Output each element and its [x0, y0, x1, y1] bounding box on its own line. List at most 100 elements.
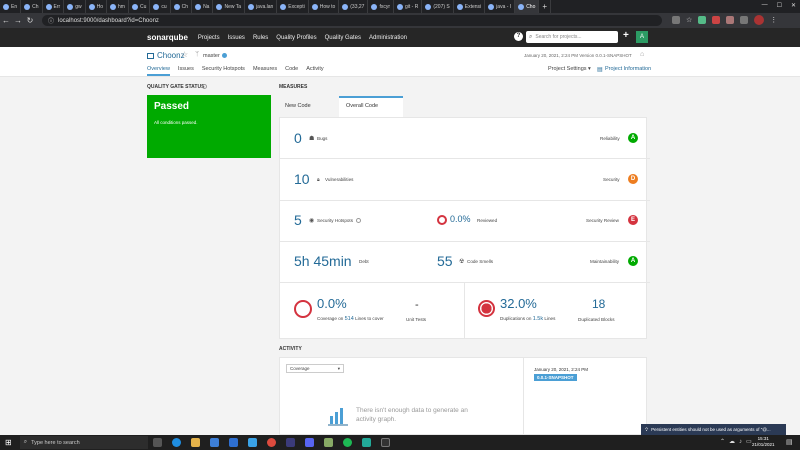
close-icon[interactable]: ✕: [791, 2, 796, 9]
security-rating[interactable]: D: [628, 174, 638, 184]
tab-new-code[interactable]: New Code: [279, 97, 339, 117]
reviewed-value[interactable]: 0.0%: [450, 214, 471, 224]
tab-issues[interactable]: Issues: [178, 66, 194, 76]
maintainability-rating[interactable]: A: [628, 256, 638, 266]
extension-icon[interactable]: [726, 16, 735, 24]
create-project-button[interactable]: +: [623, 30, 629, 41]
branch-name[interactable]: master: [203, 53, 220, 59]
minimize-icon[interactable]: —: [762, 2, 768, 9]
browser-tab[interactable]: (207) S: [422, 0, 454, 13]
nav-administration[interactable]: Administration: [369, 35, 407, 41]
browser-tab[interactable]: java - I: [485, 0, 516, 13]
url-field[interactable]: ⓘ localhost:9000/dashboard?id=Choonz: [42, 15, 662, 26]
search-input[interactable]: ⌕ Search for projects...: [526, 31, 618, 43]
browser-tab[interactable]: Na: [192, 0, 214, 13]
coverage-value[interactable]: 0.0%: [317, 296, 347, 311]
windows-start-icon[interactable]: ⊞: [5, 438, 12, 447]
nav-issues[interactable]: Issues: [228, 35, 245, 41]
store-icon[interactable]: [209, 438, 219, 447]
reliability-rating[interactable]: A: [628, 133, 638, 143]
duplicated-blocks-value[interactable]: 18: [592, 297, 605, 311]
nav-quality-gates[interactable]: Quality Gates: [325, 35, 361, 41]
project-information-link[interactable]: Project Information: [605, 66, 651, 72]
tab-security-hotspots[interactable]: Security Hotspots: [202, 66, 245, 76]
browser-tab[interactable]: hm: [107, 0, 129, 13]
puzzle-icon[interactable]: [740, 16, 749, 24]
app-icon[interactable]: [323, 438, 333, 447]
tab-overall-code[interactable]: Overall Code: [339, 96, 403, 117]
hotspots-value[interactable]: 5: [294, 212, 302, 228]
browser-tab[interactable]: Cu: [129, 0, 151, 13]
nav-projects[interactable]: Projects: [198, 35, 220, 41]
tab-overview[interactable]: Overview: [147, 66, 170, 76]
bugs-value[interactable]: 0: [294, 130, 302, 146]
browser-tab[interactable]: Extensi: [454, 0, 486, 13]
vulnerabilities-value[interactable]: 10: [294, 171, 310, 187]
browser-tab[interactable]: cu: [150, 0, 171, 13]
browser-tab[interactable]: En: [0, 0, 22, 13]
browser-tab[interactable]: Ch: [21, 0, 43, 13]
tab-activity[interactable]: Activity: [306, 66, 323, 76]
taskbar-clock[interactable]: 15:31 21/01/2021: [752, 436, 775, 448]
nav-quality-profiles[interactable]: Quality Profiles: [276, 35, 316, 41]
spotify-icon[interactable]: [342, 438, 352, 447]
notification-center-icon[interactable]: ▤: [786, 438, 793, 446]
new-tab-button[interactable]: +: [539, 0, 552, 13]
star-icon[interactable]: ☆: [686, 16, 692, 24]
sonarqube-logo[interactable]: sonarqube: [147, 33, 188, 42]
browser-tab[interactable]: git - R: [394, 0, 423, 13]
chrome-icon[interactable]: [266, 438, 276, 447]
browser-tab[interactable]: Ho: [86, 0, 108, 13]
hotspots-help-icon[interactable]: [356, 218, 361, 223]
security-review-rating[interactable]: E: [628, 215, 638, 225]
quality-gate-help-icon[interactable]: [202, 84, 207, 89]
browser-tab[interactable]: java.lan: [245, 0, 278, 13]
user-avatar[interactable]: A: [636, 31, 648, 43]
browser-tab[interactable]: Err: [43, 0, 65, 13]
notification-toast[interactable]: 💡︎ Persistent entities should not be use…: [641, 424, 786, 435]
debt-value[interactable]: 5h 45min: [294, 253, 352, 269]
browser-tab[interactable]: How to: [309, 0, 340, 13]
browser-tab[interactable]: gw: [64, 0, 86, 13]
duplications-value[interactable]: 32.0%: [500, 296, 537, 311]
edge-icon[interactable]: [171, 438, 181, 447]
duplications-lines-link[interactable]: 1.5k: [533, 316, 543, 322]
eclipse-icon[interactable]: [285, 438, 295, 447]
browser-tab[interactable]: Ch: [171, 0, 193, 13]
mail-icon[interactable]: [228, 438, 238, 447]
discord-icon[interactable]: [304, 438, 314, 447]
activity-metric-select[interactable]: Coverage ▾: [286, 364, 344, 373]
taskbar-search-input[interactable]: ⌕ Type here to search: [19, 436, 148, 449]
app-icon[interactable]: [361, 438, 371, 447]
maximize-icon[interactable]: ☐: [777, 2, 782, 9]
favorite-star-icon[interactable]: ☆: [181, 50, 188, 59]
browser-tab[interactable]: fxcyr: [368, 0, 395, 13]
terminal-icon[interactable]: [380, 438, 390, 447]
browser-tab-active[interactable]: Cho: [515, 0, 540, 13]
window-controls: — ☐ ✕: [762, 2, 796, 9]
extension-icon[interactable]: [712, 16, 721, 24]
menu-dots-icon[interactable]: ⋮: [770, 16, 777, 24]
profile-avatar[interactable]: [754, 15, 765, 25]
help-icon[interactable]: ?: [514, 32, 523, 41]
file-explorer-icon[interactable]: [190, 438, 200, 447]
browser-tab[interactable]: (33,27: [339, 0, 369, 13]
reload-icon[interactable]: ↻: [24, 15, 36, 27]
nav-rules[interactable]: Rules: [253, 35, 268, 41]
tab-code[interactable]: Code: [285, 66, 298, 76]
forward-icon[interactable]: →: [12, 15, 24, 27]
project-settings-menu[interactable]: Project Settings ▾: [548, 66, 591, 72]
code-smells-value[interactable]: 55: [437, 253, 453, 269]
coverage-lines-link[interactable]: 514: [345, 316, 354, 322]
browser-tab[interactable]: Excepti: [277, 0, 309, 13]
home-icon[interactable]: ⌂: [640, 51, 644, 58]
vscode-icon[interactable]: [247, 438, 257, 447]
tab-measures[interactable]: Measures: [253, 66, 277, 76]
task-view-icon[interactable]: [152, 438, 162, 447]
unit-tests-value[interactable]: -: [415, 299, 419, 311]
branch-help-icon[interactable]: [222, 53, 227, 58]
back-icon[interactable]: ←: [0, 15, 12, 27]
extension-icon[interactable]: [698, 16, 707, 24]
browser-tab[interactable]: New Ta: [213, 0, 246, 13]
extension-icon[interactable]: [672, 16, 680, 24]
